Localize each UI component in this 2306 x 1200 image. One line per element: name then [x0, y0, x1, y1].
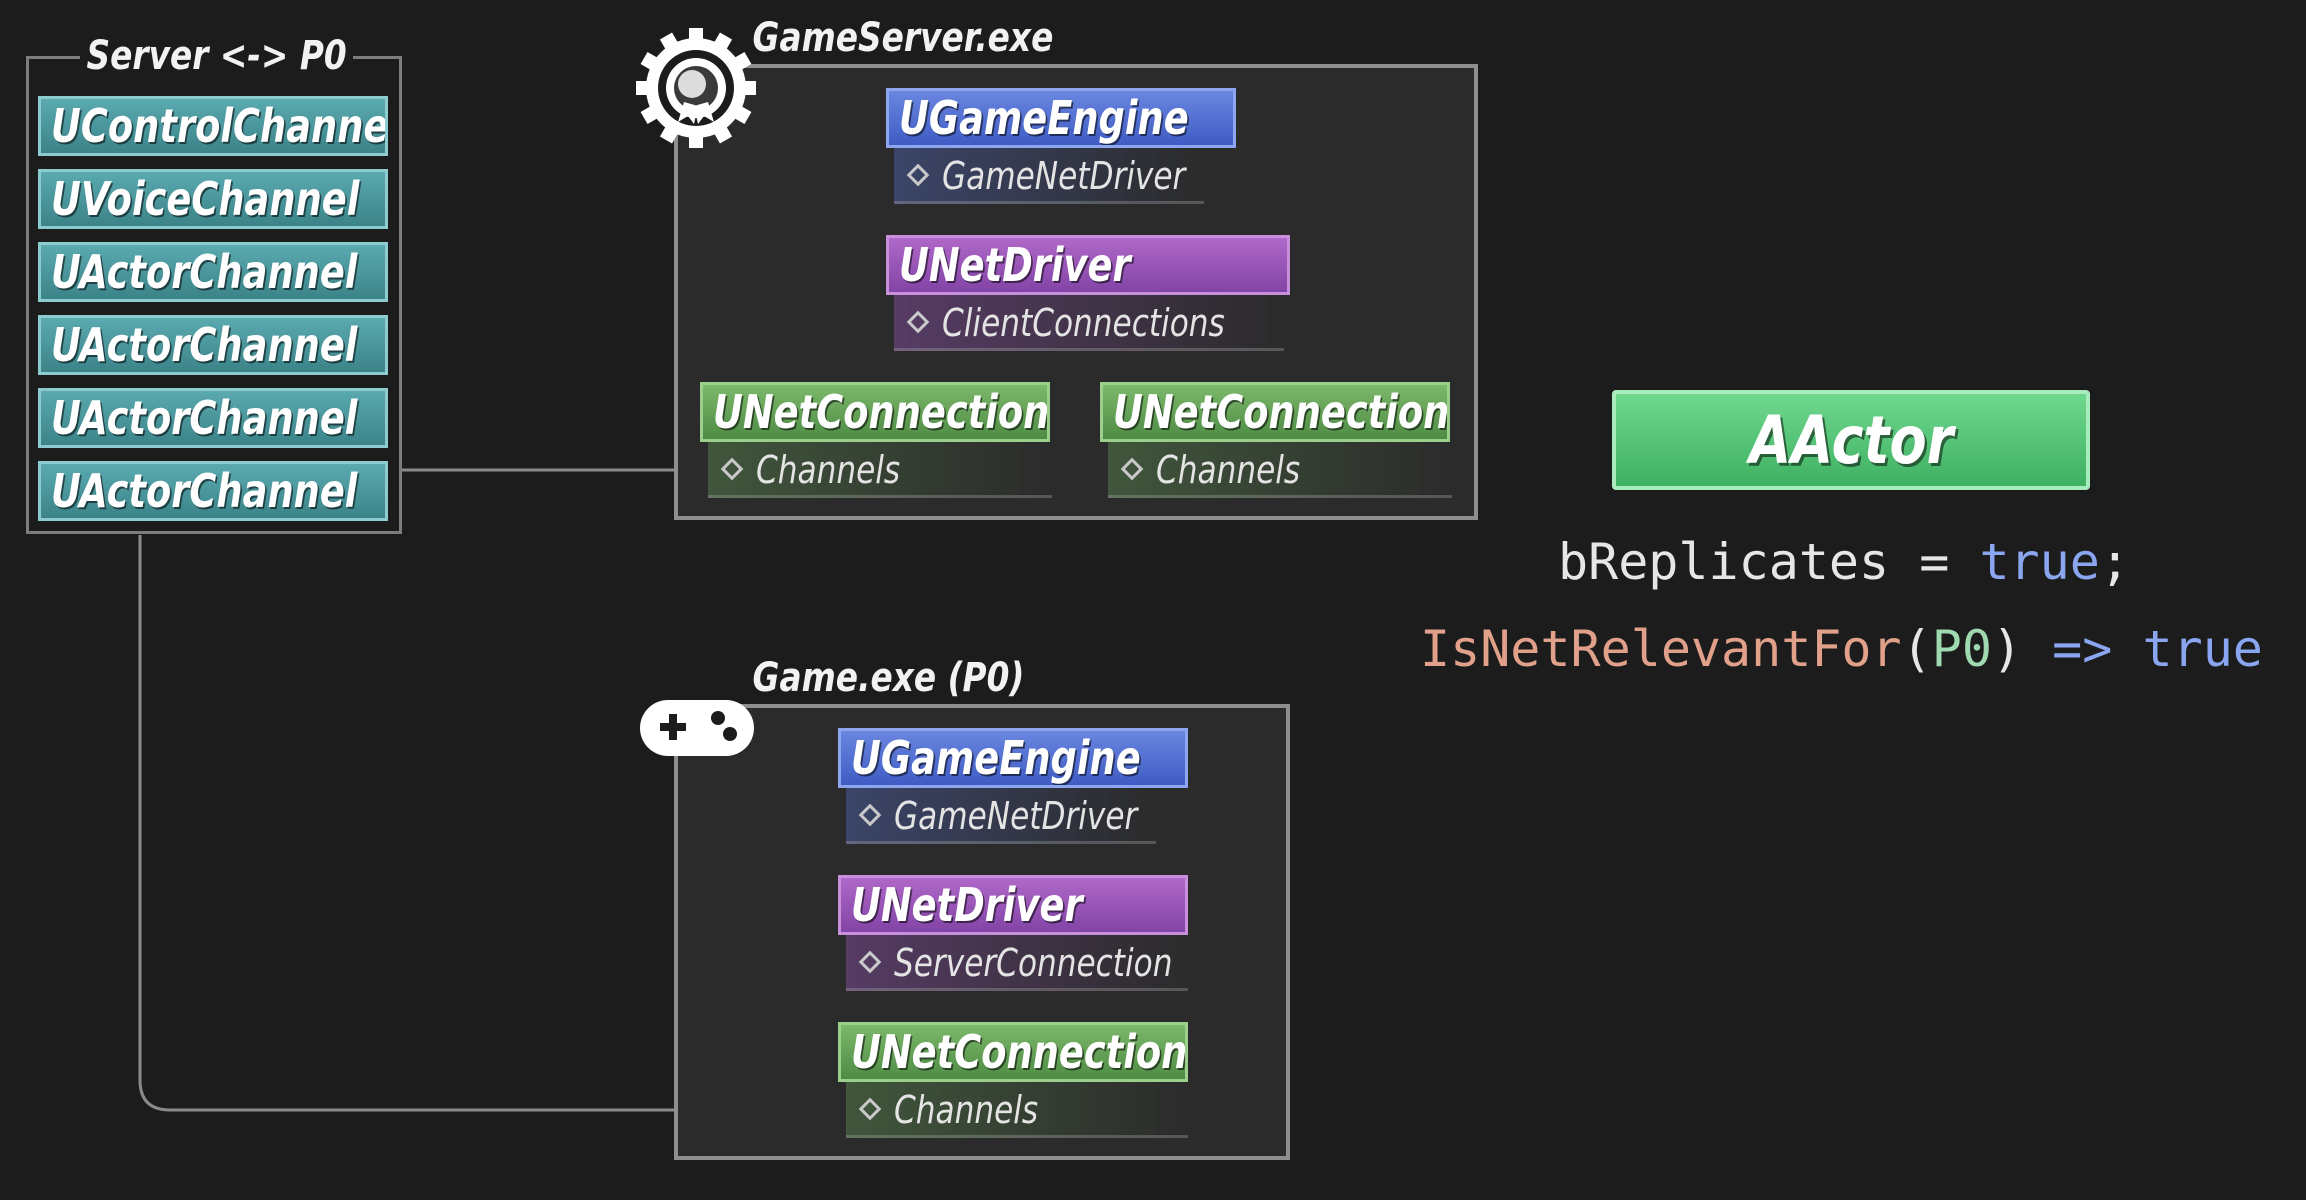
code-fn: IsNetRelevantFor — [1420, 620, 1902, 678]
channel-actor-2[interactable]: UActorChannel — [38, 315, 388, 375]
pin-diamond-icon — [906, 310, 930, 334]
channel-actor-4[interactable]: UActorChannel — [38, 461, 388, 521]
pin-diamond-icon — [858, 950, 882, 974]
server-driver-node[interactable]: UNetDriver — [886, 235, 1290, 295]
server-process-title: GameServer.exe — [746, 18, 1060, 58]
channel-voice[interactable]: UVoiceChannel — [38, 169, 388, 229]
pin-diamond-icon — [858, 1097, 882, 1121]
pin-diamond-icon — [720, 457, 744, 481]
client-process-title: Game.exe (P0) — [746, 658, 1031, 698]
actor-node[interactable]: AActor — [1612, 390, 2090, 490]
client-driver-prop[interactable]: ServerConnection — [846, 935, 1188, 991]
channels-group-title: Server <-> P0 — [80, 36, 354, 76]
server-driver-prop[interactable]: ClientConnections — [894, 295, 1284, 351]
client-connection-node[interactable]: UNetConnection — [838, 1022, 1188, 1082]
award-medal-icon — [636, 28, 756, 148]
server-connection-prop-1[interactable]: Channels — [708, 442, 1052, 498]
code-lhs: bReplicates — [1558, 533, 1890, 591]
client-engine-prop[interactable]: GameNetDriver — [846, 788, 1156, 844]
code-end: ; — [2099, 533, 2130, 591]
client-engine-node[interactable]: UGameEngine — [838, 728, 1188, 788]
client-connection-prop[interactable]: Channels — [846, 1082, 1188, 1138]
server-engine-prop[interactable]: GameNetDriver — [894, 148, 1204, 204]
server-engine-node[interactable]: UGameEngine — [886, 88, 1236, 148]
code-line-replicates: bReplicates = true; — [1558, 537, 2130, 587]
pin-diamond-icon — [858, 803, 882, 827]
code-op: = — [1889, 533, 1980, 591]
code-arrow: => — [2022, 620, 2143, 678]
server-connection-prop-2[interactable]: Channels — [1108, 442, 1452, 498]
code-result: true — [2142, 620, 2263, 678]
code-close: ) — [1991, 620, 2023, 678]
channel-actor-1[interactable]: UActorChannel — [38, 242, 388, 302]
server-connection-node-1[interactable]: UNetConnection — [700, 382, 1050, 442]
code-line-relevant: IsNetRelevantFor(P0) => true — [1420, 624, 2263, 674]
code-open: ( — [1901, 620, 1932, 678]
pin-diamond-icon — [906, 163, 930, 187]
channel-actor-3[interactable]: UActorChannel — [38, 388, 388, 448]
channel-control[interactable]: UControlChannel — [38, 96, 388, 156]
gamepad-icon — [640, 700, 754, 756]
code-arg: P0 — [1931, 620, 1992, 678]
client-driver-node[interactable]: UNetDriver — [838, 875, 1188, 935]
code-value: true — [1979, 533, 2100, 591]
pin-diamond-icon — [1120, 457, 1144, 481]
server-connection-node-2[interactable]: UNetConnection — [1100, 382, 1450, 442]
